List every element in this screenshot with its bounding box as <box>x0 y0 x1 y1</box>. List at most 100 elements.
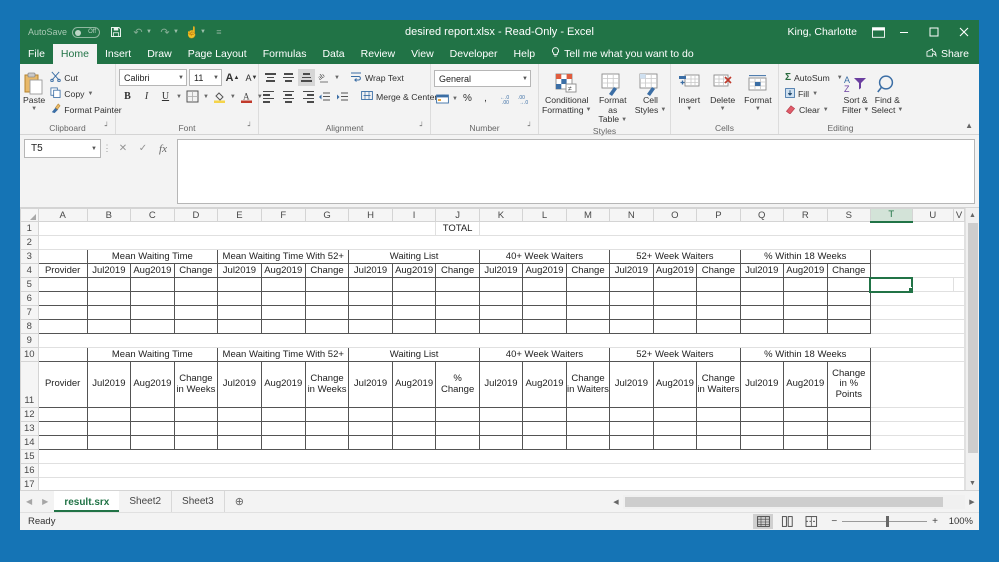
table-row[interactable] <box>696 291 741 306</box>
redo-icon[interactable]: ↷ <box>155 22 175 42</box>
delete-cells-dropdown-icon[interactable]: ▼ <box>720 106 726 113</box>
t1-sub-8[interactable]: Aug2019 <box>391 263 437 278</box>
table-row[interactable] <box>304 435 350 450</box>
table-row[interactable] <box>130 435 175 450</box>
find-select-dropdown-icon[interactable]: ▼ <box>897 107 903 114</box>
t2-sub-provider[interactable]: Provider <box>37 361 88 408</box>
zoom-slider-handle[interactable] <box>886 516 890 527</box>
cell-t13[interactable] <box>870 421 966 436</box>
table-row[interactable] <box>304 305 350 320</box>
table-row[interactable] <box>348 305 393 320</box>
table-row[interactable] <box>130 291 175 306</box>
column-header-q[interactable]: Q <box>739 208 784 222</box>
table-row[interactable] <box>37 407 88 422</box>
table-row[interactable] <box>565 435 611 450</box>
underline-button[interactable]: U <box>157 88 174 105</box>
decrease-decimal-icon[interactable]: .00 →.0 <box>517 90 534 107</box>
ribbon-tab-view[interactable]: View <box>403 44 442 64</box>
zoom-slider[interactable] <box>842 516 928 527</box>
table-row[interactable] <box>348 319 393 334</box>
table-row[interactable] <box>565 319 611 334</box>
cell-row15[interactable] <box>38 449 966 464</box>
t2-sub-7[interactable]: Jul2019 <box>348 361 393 408</box>
touch-mode-icon[interactable]: ☝ <box>182 22 202 42</box>
table-row[interactable] <box>304 291 350 306</box>
column-header-j[interactable]: J <box>435 208 480 222</box>
sheet-tab-sheet2[interactable]: Sheet2 <box>119 491 173 512</box>
table-row[interactable] <box>739 407 784 422</box>
table-row[interactable] <box>304 407 350 422</box>
group-header-40-week-t1[interactable]: 40+ Week Waiters <box>478 249 611 264</box>
column-header-l[interactable]: L <box>522 208 567 222</box>
group-header-within-18-t2[interactable]: % Within 18 Weeks <box>739 347 871 362</box>
table-row[interactable] <box>478 291 524 306</box>
find-select-button[interactable]: Find & Select ▼ <box>871 68 903 115</box>
cell-row17[interactable] <box>38 477 966 490</box>
table-row[interactable] <box>739 435 784 450</box>
ribbon-tab-file[interactable]: File <box>20 44 53 64</box>
t1-sub-12[interactable]: Change <box>565 263 611 278</box>
t1-sub-4[interactable]: Jul2019 <box>217 263 262 278</box>
cell-t6[interactable] <box>870 291 966 306</box>
table-row[interactable] <box>391 435 437 450</box>
vertical-scroll-track[interactable] <box>966 222 980 476</box>
table-row[interactable] <box>739 305 784 320</box>
formula-input[interactable] <box>177 139 975 204</box>
t1-sub-14[interactable]: Aug2019 <box>652 263 698 278</box>
t2-sub-14[interactable]: Aug2019 <box>652 361 698 408</box>
t2-sub-6[interactable]: Change in Weeks <box>304 361 350 408</box>
table-row[interactable] <box>86 305 132 320</box>
t1-sub-10[interactable]: Jul2019 <box>478 263 524 278</box>
table-row[interactable] <box>435 421 480 436</box>
table-row[interactable] <box>739 291 784 306</box>
table-row[interactable] <box>826 407 871 422</box>
t1-sub-provider[interactable]: Provider <box>37 263 88 278</box>
row-header-4[interactable]: 4 <box>20 263 39 278</box>
horizontal-scrollbar[interactable]: ◀ ▶ <box>609 491 979 512</box>
vertical-scroll-thumb[interactable] <box>967 223 978 453</box>
t2-sub-18[interactable]: Change in % Points <box>826 361 871 408</box>
ribbon-tab-data[interactable]: Data <box>314 44 352 64</box>
row-header-6[interactable]: 6 <box>20 291 39 306</box>
row-header-12[interactable]: 12 <box>20 407 39 422</box>
increase-indent-icon[interactable] <box>334 88 351 105</box>
number-format-dropdown-icon[interactable]: ▼ <box>519 76 528 82</box>
t1-sub-9[interactable]: Change <box>435 263 480 278</box>
group-header-mean-waiting-52-t1[interactable]: Mean Waiting Time With 52+ <box>217 249 350 264</box>
table-row[interactable] <box>782 319 828 334</box>
table-row[interactable] <box>435 319 480 334</box>
column-header-f[interactable]: F <box>260 208 306 222</box>
table-row[interactable] <box>130 421 175 436</box>
font-dialog-launcher[interactable]: ┙ <box>248 121 252 133</box>
table-row[interactable] <box>782 435 828 450</box>
t2-sub-11[interactable]: Aug2019 <box>522 361 567 408</box>
column-header-v[interactable]: V <box>953 208 965 222</box>
format-as-table-dropdown-icon[interactable]: ▼ <box>621 117 627 124</box>
cell-t4[interactable] <box>870 263 966 278</box>
cell-t7[interactable] <box>870 305 966 320</box>
borders-icon[interactable] <box>184 88 201 105</box>
table-row[interactable] <box>478 421 524 436</box>
decrease-indent-icon[interactable] <box>316 88 333 105</box>
table-row[interactable] <box>565 291 611 306</box>
table-row[interactable] <box>217 291 262 306</box>
table-row[interactable] <box>304 277 350 292</box>
table-row[interactable] <box>260 407 306 422</box>
align-top-icon[interactable] <box>262 69 279 86</box>
column-header-o[interactable]: O <box>652 208 698 222</box>
italic-button[interactable]: I <box>138 88 155 105</box>
table-row[interactable] <box>522 407 567 422</box>
align-center-icon[interactable] <box>280 88 297 105</box>
group-header-52-week-t2[interactable]: 52+ Week Waiters <box>609 347 741 362</box>
table-row[interactable] <box>652 435 698 450</box>
table-row[interactable] <box>782 407 828 422</box>
cell-t12[interactable] <box>870 407 966 422</box>
font-name-combo[interactable]: Calibri ▼ <box>119 69 187 86</box>
copy-dropdown-icon[interactable]: ▼ <box>88 91 94 97</box>
share-button[interactable]: Share <box>926 44 979 64</box>
enter-formula-icon[interactable]: ✓ <box>133 139 153 158</box>
table-row[interactable] <box>391 319 437 334</box>
table-row[interactable] <box>739 277 784 292</box>
table-row[interactable] <box>696 407 741 422</box>
table-row[interactable] <box>348 407 393 422</box>
